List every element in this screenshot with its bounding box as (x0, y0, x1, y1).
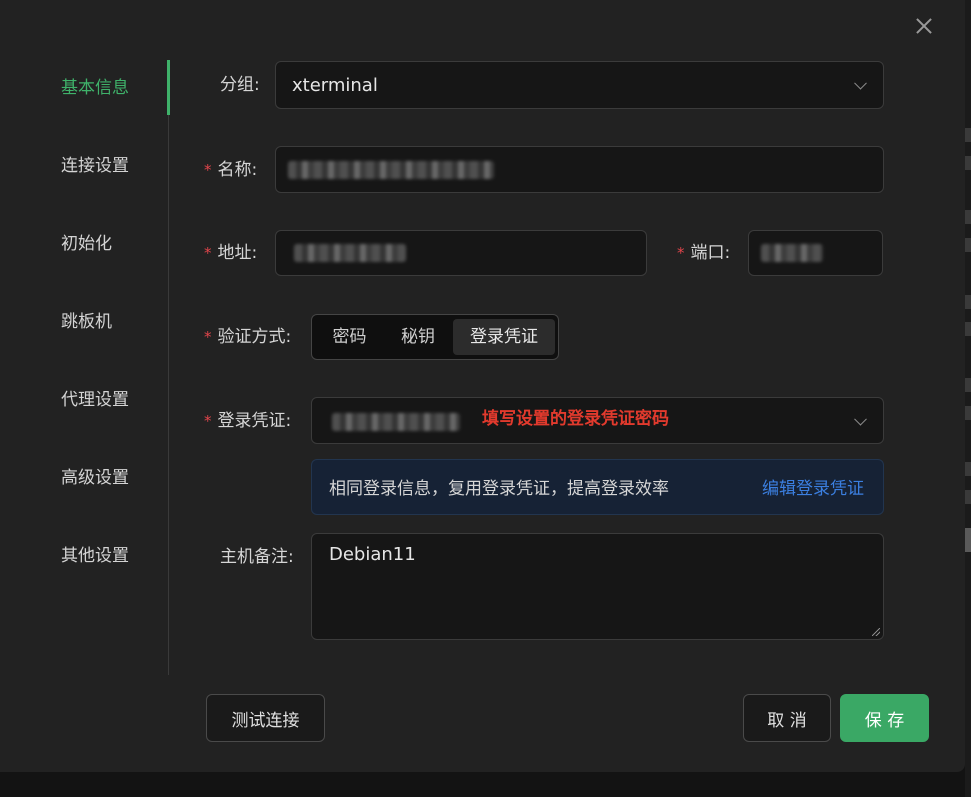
sidebar-divider (168, 60, 169, 675)
redacted-value (761, 244, 823, 262)
redacted-value (294, 244, 406, 262)
info-text: 相同登录信息，复用登录凭证，提高登录效率 (329, 479, 669, 499)
name-label: * 名称: (204, 155, 257, 185)
required-mark: * (204, 412, 212, 430)
background-window-strip (965, 0, 971, 797)
note-value: Debian11 (329, 544, 416, 565)
chevron-down-icon (854, 76, 867, 90)
auth-method-label: * 验证方式: (204, 322, 291, 352)
name-input[interactable] (275, 146, 884, 193)
save-button[interactable]: 保 存 (840, 694, 929, 742)
auth-option-key[interactable]: 秘钥 (383, 319, 453, 355)
sidebar-item-advanced-settings[interactable]: 高级设置 (61, 463, 129, 493)
sidebar-item-other-settings[interactable]: 其他设置 (61, 541, 129, 571)
required-mark: * (204, 161, 212, 179)
credential-label: * 登录凭证: (204, 406, 291, 436)
sidebar-item-basic-info[interactable]: 基本信息 (61, 73, 129, 103)
group-value: xterminal (292, 74, 378, 96)
sidebar-item-initialization[interactable]: 初始化 (61, 229, 112, 259)
test-connection-button[interactable]: 测试连接 (206, 694, 325, 742)
annotation-text: 填写设置的登录凭证密码 (482, 409, 669, 429)
redacted-value (288, 161, 494, 179)
port-label-text: 端口: (690, 243, 731, 263)
cancel-button[interactable]: 取 消 (743, 694, 831, 742)
host-edit-dialog: 基本信息 连接设置 初始化 跳板机 代理设置 高级设置 其他设置 分组: xte… (0, 0, 965, 772)
group-select[interactable]: xterminal (275, 61, 884, 109)
close-icon[interactable] (912, 14, 936, 38)
address-input[interactable] (275, 230, 647, 276)
redacted-value (332, 413, 460, 431)
required-mark: * (204, 328, 212, 346)
credential-label-text: 登录凭证: (217, 411, 292, 431)
active-tab-indicator (167, 60, 170, 115)
port-input[interactable] (748, 230, 883, 276)
sidebar-item-connection-settings[interactable]: 连接设置 (61, 151, 129, 181)
address-label-text: 地址: (217, 243, 258, 263)
credential-info-box: 相同登录信息，复用登录凭证，提高登录效率 编辑登录凭证 (311, 459, 884, 515)
required-mark: * (677, 244, 685, 262)
auth-method-label-text: 验证方式: (217, 327, 292, 347)
auth-option-credential[interactable]: 登录凭证 (453, 319, 555, 355)
port-label: * 端口: (677, 238, 730, 268)
required-mark: * (204, 244, 212, 262)
name-label-text: 名称: (217, 160, 258, 180)
sidebar-item-proxy-settings[interactable]: 代理设置 (61, 385, 129, 415)
sidebar-item-jump-host[interactable]: 跳板机 (61, 307, 112, 337)
auth-method-segmented: 密码 秘钥 登录凭证 (311, 314, 559, 360)
note-label: 主机备注: (220, 547, 294, 567)
edit-credential-link[interactable]: 编辑登录凭证 (762, 474, 864, 499)
group-label: 分组: (220, 75, 260, 95)
scrollbar-thumb[interactable] (965, 528, 971, 552)
auth-option-password[interactable]: 密码 (316, 319, 383, 355)
address-label: * 地址: (204, 238, 257, 268)
chevron-down-icon (854, 412, 867, 426)
note-textarea[interactable]: Debian11 (311, 533, 884, 640)
resize-handle-icon[interactable] (872, 628, 880, 636)
